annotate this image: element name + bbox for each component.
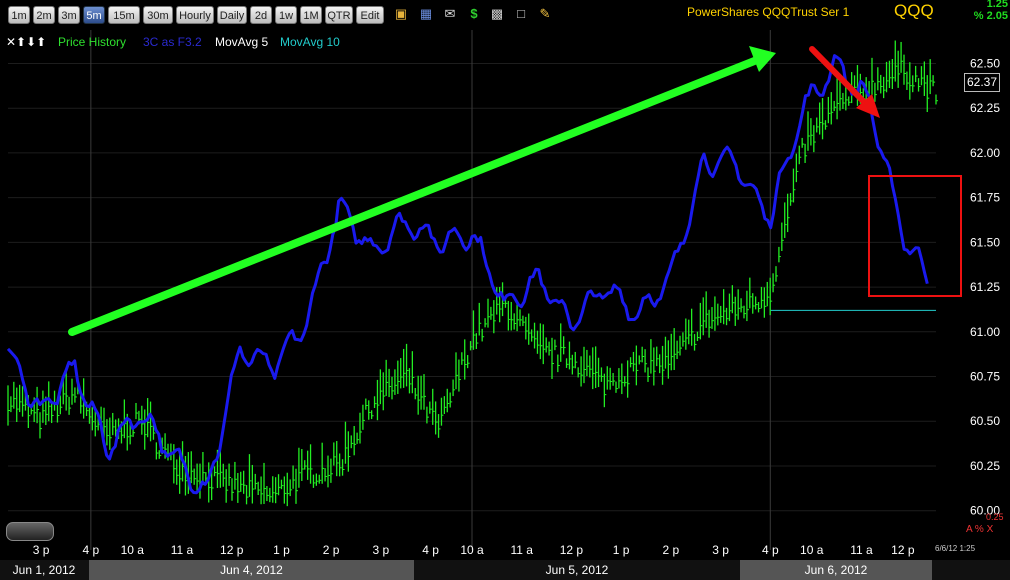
y-tick-label: 62.50	[970, 56, 1000, 70]
timeframe-button[interactable]: QTR	[325, 6, 353, 24]
y-tick-label: 60.50	[970, 414, 1000, 428]
lock-icon[interactable]: ▣	[393, 6, 409, 22]
timeframe-button[interactable]: 2d	[250, 6, 272, 24]
timeframe-button[interactable]: 1M	[300, 6, 322, 24]
price-chart[interactable]: 62.50 62.25 62.00 61.75 61.50 61.25 61.00 60.75…	[0, 30, 1010, 560]
toolbar: 1m 2m 3m 5m 15m 30m Hourly Daily 2d 1w 1M QTR Edit ▣…	[0, 0, 1010, 30]
ticker-symbol: QQQ	[894, 1, 934, 20]
date-bar: Jun 1, 2012 Jun 4, 2012 Jun 5, 2012 Jun …	[0, 560, 1010, 580]
x-tick-label: 3 p	[712, 543, 729, 557]
indicator-series-line	[6, 54, 929, 495]
x-tick-label: 2 p	[663, 543, 680, 557]
pencil-icon[interactable]: ✎	[537, 6, 553, 22]
x-tick-label: 4 p	[762, 543, 779, 557]
y-tick-label: 60.75	[970, 370, 1000, 384]
date-segment: Jun 6, 2012	[740, 560, 932, 580]
lower-pane-controls[interactable]: A % X	[966, 524, 993, 535]
legend-mov-avg-10[interactable]: MovAvg 10	[280, 34, 340, 50]
date-segment: Jun 4, 2012	[89, 560, 414, 580]
timeframe-button[interactable]: Daily	[217, 6, 247, 24]
current-price-label: 62.37	[964, 73, 1000, 92]
indicator-line	[6, 54, 929, 495]
x-axis: 3 p 4 p 10 a 11 a 12 p 1 p 2 p 3 p 4 p 10 a 11 a 12…	[33, 543, 915, 557]
change-percent: % 2.05	[973, 10, 1008, 22]
x-tick-label: 1 p	[273, 543, 290, 557]
legend-indicator[interactable]: 3C as F3.2	[143, 34, 202, 50]
dollar-icon[interactable]: $	[466, 6, 482, 22]
legend-price-history[interactable]: Price History	[58, 34, 126, 50]
x-tick-label: 3 p	[33, 543, 50, 557]
x-tick-label: 11 a	[850, 543, 873, 557]
timestamp: 6/6/12 1:25	[935, 544, 976, 553]
x-tick-label: 3 p	[373, 543, 390, 557]
timeframe-button[interactable]: 5m	[83, 6, 105, 24]
timeframe-button[interactable]: 15m	[108, 6, 140, 24]
x-tick-label: 12 p	[220, 543, 244, 557]
y-tick-label: 61.75	[970, 191, 1000, 205]
timeframe-button[interactable]: Hourly	[176, 6, 214, 24]
timeframe-button[interactable]: 1m	[8, 6, 30, 24]
x-tick-label: 12 p	[891, 543, 915, 557]
price-bars	[7, 40, 938, 507]
change-absolute: 1.25	[986, 0, 1008, 10]
email-icon[interactable]: ✉	[442, 6, 458, 22]
y-tick-label: 60.25	[970, 459, 1000, 473]
y-tick-label: 61.25	[970, 280, 1000, 294]
y-tick-label: 61.50	[970, 235, 1000, 249]
date-segment: Jun 5, 2012	[545, 563, 609, 577]
print-icon[interactable]: ▩	[489, 6, 505, 22]
divergence-box	[868, 175, 962, 297]
uptrend-arrow	[68, 54, 766, 336]
lower-pane-value: 0.25	[986, 512, 1004, 522]
timeframe-button[interactable]: 2m	[33, 6, 55, 24]
x-tick-label: 10 a	[121, 543, 145, 557]
annotations	[68, 46, 962, 336]
scroll-thumb[interactable]	[6, 522, 54, 541]
timeframe-button[interactable]: 1w	[275, 6, 297, 24]
y-tick-label: 61.00	[970, 325, 1000, 339]
timeframe-button[interactable]: Edit	[356, 6, 384, 24]
y-tick-label: 62.25	[970, 101, 1000, 115]
x-tick-label: 10 a	[460, 543, 484, 557]
x-tick-label: 10 a	[800, 543, 824, 557]
timeframe-button[interactable]: 30m	[143, 6, 173, 24]
x-tick-label: 4 p	[422, 543, 439, 557]
x-tick-label: 11 a	[171, 543, 194, 557]
ticker-name: PowerShares QQQTrust Ser 1	[687, 5, 850, 19]
x-tick-label: 2 p	[323, 543, 340, 557]
date-segment: Jun 1, 2012	[12, 563, 76, 577]
save-icon[interactable]: ▦	[418, 6, 434, 22]
y-tick-label: 62.00	[970, 146, 1000, 160]
window-icon[interactable]: □	[513, 6, 529, 22]
x-tick-label: 4 p	[83, 543, 100, 557]
legend-arrows[interactable]: ✕⬆⬇⬆	[6, 34, 46, 50]
x-tick-label: 12 p	[560, 543, 584, 557]
x-tick-label: 11 a	[510, 543, 533, 557]
timeframe-button[interactable]: 3m	[58, 6, 80, 24]
legend-mov-avg-5[interactable]: MovAvg 5	[215, 34, 268, 50]
y-axis: 62.50 62.25 62.00 61.75 61.50 61.25 61.00 60.75…	[970, 56, 1000, 517]
x-tick-label: 1 p	[613, 543, 630, 557]
